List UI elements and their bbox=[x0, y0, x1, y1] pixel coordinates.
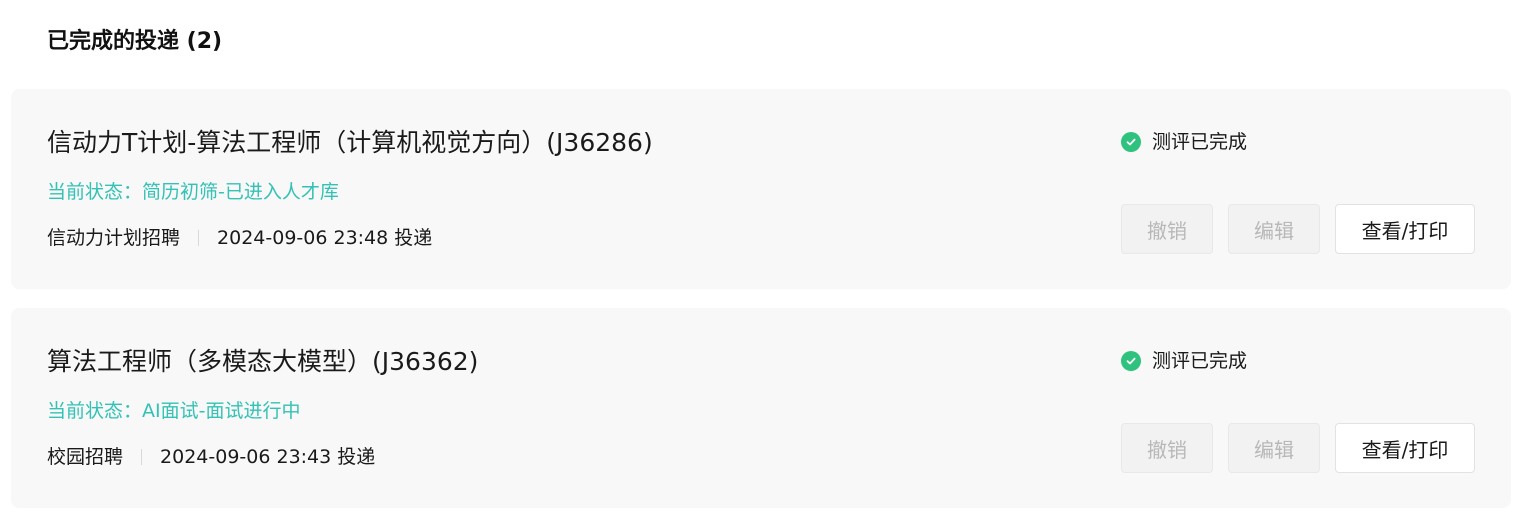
application-status: 当前状态：简历初筛-已进入人才库 bbox=[47, 181, 339, 203]
recruitment-channel: 校园招聘 bbox=[47, 446, 124, 468]
edit-button[interactable]: 编辑 bbox=[1228, 204, 1320, 254]
job-title[interactable]: 信动力T计划-算法工程师（计算机视觉方向）(J36286) bbox=[47, 126, 653, 160]
application-meta: 信动力计划招聘 2024-09-06 23:48 投递 bbox=[47, 225, 432, 251]
page: 已完成的投递 (2) 信动力T计划-算法工程师（计算机视觉方向）(J36286)… bbox=[0, 0, 1522, 512]
application-meta: 校园招聘 2024-09-06 23:43 投递 bbox=[47, 444, 375, 470]
application-card: 信动力T计划-算法工程师（计算机视觉方向）(J36286) 当前状态：简历初筛-… bbox=[11, 89, 1511, 289]
meta-divider bbox=[198, 230, 200, 246]
evaluation-status: 测评已完成 bbox=[1121, 348, 1247, 374]
view-print-button[interactable]: 查看/打印 bbox=[1335, 423, 1475, 473]
application-status: 当前状态：AI面试-面试进行中 bbox=[47, 400, 301, 422]
section-title: 已完成的投递 (2) bbox=[47, 29, 223, 54]
revoke-button[interactable]: 撤销 bbox=[1121, 204, 1213, 254]
edit-button[interactable]: 编辑 bbox=[1228, 423, 1320, 473]
meta-divider bbox=[141, 449, 143, 465]
check-circle-icon bbox=[1121, 132, 1141, 152]
revoke-button[interactable]: 撤销 bbox=[1121, 423, 1213, 473]
evaluation-label: 测评已完成 bbox=[1152, 350, 1248, 372]
evaluation-label: 测评已完成 bbox=[1152, 131, 1248, 153]
submission-time: 2024-09-06 23:48 投递 bbox=[217, 227, 433, 249]
view-print-button[interactable]: 查看/打印 bbox=[1335, 204, 1475, 254]
recruitment-channel: 信动力计划招聘 bbox=[47, 227, 181, 249]
evaluation-status: 测评已完成 bbox=[1121, 129, 1247, 155]
job-title[interactable]: 算法工程师（多模态大模型）(J36362) bbox=[47, 345, 478, 379]
application-card: 算法工程师（多模态大模型）(J36362) 当前状态：AI面试-面试进行中 校园… bbox=[11, 308, 1511, 508]
check-circle-icon bbox=[1121, 351, 1141, 371]
submission-time: 2024-09-06 23:43 投递 bbox=[160, 446, 376, 468]
